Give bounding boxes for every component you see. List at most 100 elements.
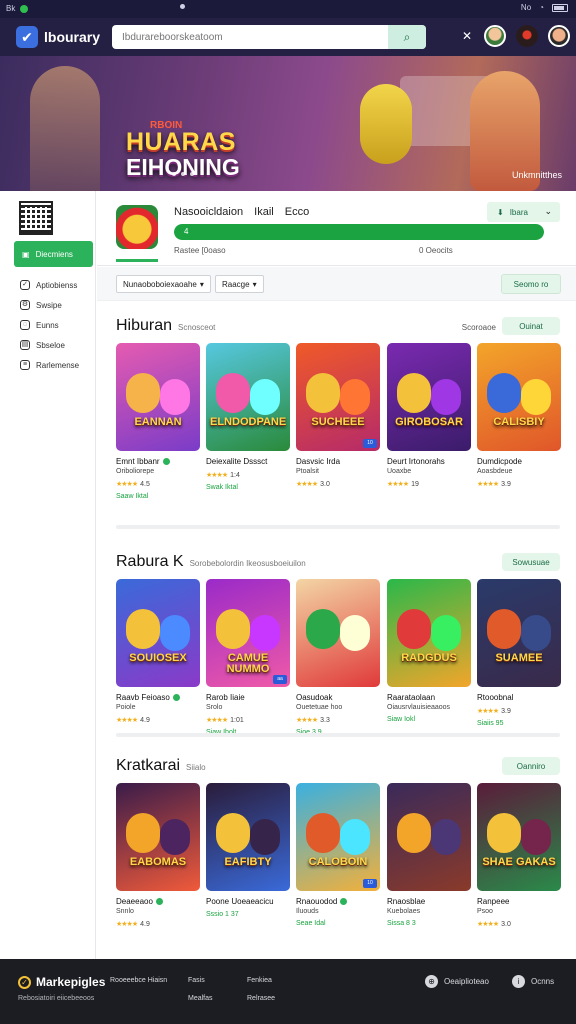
game-name-row: Rtooobnal bbox=[477, 693, 561, 702]
footer-logo[interactable]: ✓ Markepigles bbox=[18, 975, 105, 989]
game-name: Oasudoak bbox=[296, 693, 333, 702]
game-thumbnail[interactable]: RADGDUS bbox=[387, 579, 471, 687]
hero-headline-2: EIHONING bbox=[126, 154, 240, 180]
game-thumbnail[interactable] bbox=[296, 579, 380, 687]
chevron-down-icon: ⌄ bbox=[544, 206, 552, 216]
character-art bbox=[487, 373, 521, 413]
game-thumbnail[interactable]: CALOBOIN 10 bbox=[296, 783, 380, 891]
character-art bbox=[306, 373, 340, 413]
game-thumbnail[interactable]: CAMUE NUMMO aa bbox=[206, 579, 290, 687]
character-art bbox=[431, 615, 461, 651]
status-left-text: Bk bbox=[6, 4, 16, 13]
footer-right-item-1[interactable]: ⊕ Oeaiplioteao bbox=[425, 975, 489, 988]
section-more-button[interactable]: Sowusuae bbox=[502, 553, 560, 571]
hero-banner[interactable]: RBOIN HUARAS EIHONING Unkmnitthes bbox=[0, 56, 576, 191]
star-icon: ★★★★ bbox=[296, 717, 318, 724]
status-bar: Bk No ◔ bbox=[0, 0, 576, 18]
sidebar-item-label: Rarlemense bbox=[36, 360, 80, 370]
game-thumbnail[interactable]: GIROBOSAR bbox=[387, 343, 471, 451]
game-card[interactable]: SHAE GAKAS Ranpeee Psoo ★★★★ 3.0 bbox=[477, 783, 561, 928]
game-thumbnail[interactable] bbox=[387, 783, 471, 891]
star-icon: ★★★★ bbox=[477, 481, 499, 488]
moon-icon[interactable] bbox=[516, 25, 538, 47]
section-more-button[interactable]: Oanniro bbox=[502, 757, 560, 775]
game-thumbnail[interactable]: CALISBIY bbox=[477, 343, 561, 451]
check-circle-icon: ✓ bbox=[20, 280, 30, 290]
game-card[interactable]: OasudoakOuetetuae hoo★★★★3.3Sioe 3.9 bbox=[296, 579, 380, 736]
sidebar-item[interactable]: ⚙ Swsipe bbox=[20, 295, 79, 315]
character-art bbox=[126, 609, 160, 649]
character-art bbox=[397, 373, 431, 413]
game-thumbnail[interactable]: SHAE GAKAS bbox=[477, 783, 561, 891]
doc-icon: ▤ bbox=[20, 340, 30, 350]
footer-right-item-2[interactable]: i Ocnns bbox=[512, 975, 554, 988]
download-progress: 4 bbox=[174, 224, 544, 240]
filter-chip-1[interactable]: Nunaoboboiexaoahe ▾ bbox=[116, 275, 211, 293]
game-card[interactable]: CAMUE NUMMOaaRarob IiaieSrolo★★★★1:01Sia… bbox=[206, 579, 290, 736]
game-card[interactable]: EAFIBTY Poone Uoeaeacicu Sssio 1 37 bbox=[206, 783, 290, 918]
sidebar-item[interactable]: ▤ Sbseloe bbox=[20, 335, 79, 355]
filter-button[interactable]: Seomo ro bbox=[501, 274, 561, 294]
game-card[interactable]: ELNDODPANE Deiexalite Dsssct ★★★★ 1:4 Swak I… bbox=[206, 343, 290, 491]
game-logo-text: CALOBOIN bbox=[308, 856, 368, 868]
game-thumbnail[interactable]: EANNAN bbox=[116, 343, 200, 451]
game-card[interactable]: SUAMEE Rtooobnal ★★★★ 3.9 Siaiis 95 bbox=[477, 579, 561, 727]
install-button[interactable]: ⬇ Ibara ⌄ bbox=[487, 202, 560, 222]
star-icon: ★★★★ bbox=[116, 921, 138, 928]
game-card[interactable]: CALISBIY Dumdicpode Aoasbdeue ★★★★ 3.9 bbox=[477, 343, 561, 488]
game-thumbnail[interactable]: SUAMEE bbox=[477, 579, 561, 687]
section-divider bbox=[116, 733, 560, 737]
app-logo[interactable]: ✔ lbourary bbox=[16, 26, 100, 48]
search-input[interactable] bbox=[122, 29, 382, 45]
game-thumbnail[interactable]: EABOMAS bbox=[116, 783, 200, 891]
app-icon[interactable] bbox=[116, 205, 158, 249]
game-logo-text: EANNAN bbox=[134, 416, 182, 428]
game-name: Raavb Feioaso bbox=[116, 693, 170, 702]
sidebar-item-active[interactable]: ▣ Diecmiens bbox=[14, 241, 93, 267]
hero-character-bear bbox=[360, 84, 412, 164]
avatar-2[interactable] bbox=[548, 25, 570, 47]
footer-link[interactable]: Relrasee bbox=[247, 995, 275, 1002]
search-button[interactable]: ⌕ bbox=[388, 25, 426, 49]
section-title-text: Kratkarai bbox=[116, 757, 181, 774]
section-right-text[interactable]: Scoroaoe bbox=[462, 323, 496, 332]
footer-link[interactable]: Fasis bbox=[188, 977, 205, 984]
sidebar-list: ✓ Aptiobienss ⚙ Swsipe ◌ Eunns ▤ Sbseloe ≡ Rarlem… bbox=[20, 275, 79, 375]
game-thumbnail[interactable]: EAFIBTY bbox=[206, 783, 290, 891]
profile-meta: Rastee [0oaso 0 Oeocits bbox=[174, 246, 554, 255]
verified-icon bbox=[340, 898, 348, 905]
footer-link[interactable]: Fenkiea bbox=[247, 977, 272, 984]
game-thumbnail[interactable]: SOUIOSEX bbox=[116, 579, 200, 687]
star-icon: ★★★★ bbox=[477, 921, 499, 928]
game-card[interactable]: SUCHEEE 10 Dasvsic Irda Ptoalsit ★★★★ 3.0 bbox=[296, 343, 380, 488]
install-icon: ⬇ bbox=[497, 207, 504, 217]
sidebar-item[interactable]: ✓ Aptiobienss bbox=[20, 275, 79, 295]
character-art bbox=[160, 379, 190, 415]
profile-title-word-2: Ikail bbox=[254, 206, 274, 218]
game-name-row: Dasvsic Irda bbox=[296, 457, 380, 466]
game-thumbnail[interactable]: SUCHEEE 10 bbox=[296, 343, 380, 451]
logo-text: lbourary bbox=[44, 29, 101, 45]
game-card[interactable]: EANNAN Emnt Ibbanr Oriboliorepe ★★★★ 4.5 Saaw… bbox=[116, 343, 200, 500]
game-card[interactable]: RADGDUS Raarataolaan Oiausrvlauisieaaoos Si… bbox=[387, 579, 471, 723]
tools-icon[interactable]: ✕ bbox=[460, 29, 474, 43]
game-card[interactable]: GIROBOSAR Deurt Irtonorahs Uoaxbe ★★★★ 19 bbox=[387, 343, 471, 488]
game-card[interactable]: CALOBOIN 10 Rnaouodod Iluouds Seae Idal bbox=[296, 783, 380, 927]
avatar-1[interactable] bbox=[484, 25, 506, 47]
game-card[interactable]: EABOMAS Deaeeaoo Snnlo ★★★★ 4.9 bbox=[116, 783, 200, 928]
section-more-button[interactable]: Ouinat bbox=[502, 317, 560, 335]
filter-chip-2[interactable]: Raacge ▾ bbox=[215, 275, 264, 293]
footer-link[interactable]: Mealfas bbox=[188, 995, 213, 1002]
game-card[interactable]: SOUIOSEX Raavb Feioaso Poiole ★★★★ 4.9 bbox=[116, 579, 200, 724]
character-art bbox=[487, 813, 521, 853]
meta-left: Rastee [0oaso bbox=[174, 246, 226, 255]
carousel-dots[interactable] bbox=[172, 172, 194, 176]
game-card[interactable]: Rnaosblae Kuebolaes Sissa 8 3 bbox=[387, 783, 471, 927]
game-logo-text: SOUIOSEX bbox=[129, 652, 187, 664]
install-label: Ibara bbox=[509, 207, 528, 217]
game-thumbnail[interactable]: ELNDODPANE bbox=[206, 343, 290, 451]
progress-fill: 4 bbox=[174, 224, 544, 240]
footer-link[interactable]: Rooeeebce Hiaisn bbox=[110, 977, 167, 984]
sidebar-item[interactable]: ◌ Eunns bbox=[20, 315, 79, 335]
sidebar-item[interactable]: ≡ Rarlemense bbox=[20, 355, 79, 375]
